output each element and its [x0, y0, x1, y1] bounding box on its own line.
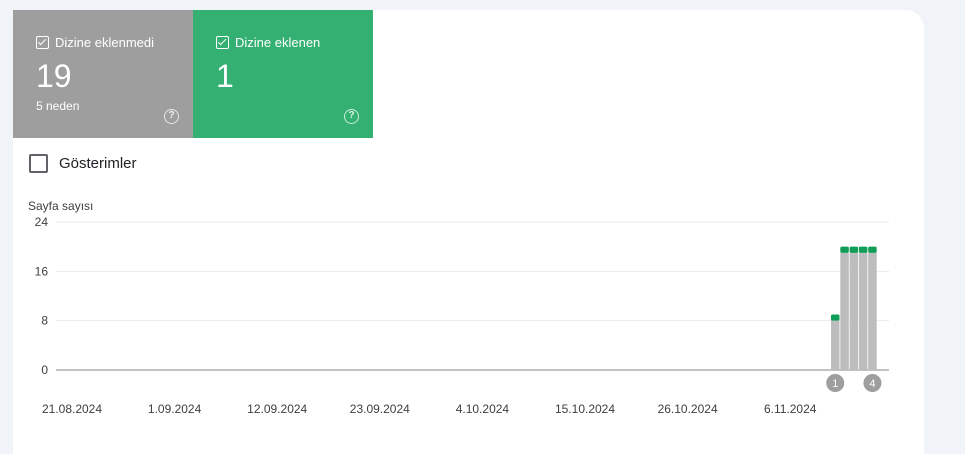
y-tick-label: 24	[35, 215, 49, 229]
bar-not-indexed	[840, 252, 849, 370]
x-tick-label: 1.09.2024	[148, 402, 202, 416]
pages-chart: 0 8 16 24 21.08.2024 1.09.2024 12.09.2024 23.09…	[35, 215, 889, 416]
index-coverage-card: Dizine eklenmedi 19 5 neden ? Dizine ekl…	[13, 10, 924, 454]
y-tick-label: 0	[41, 363, 48, 377]
annotation-label: 4	[869, 378, 875, 390]
y-tick-label: 16	[35, 264, 49, 278]
x-tick-label: 12.09.2024	[247, 402, 307, 416]
bar-not-indexed	[868, 252, 877, 370]
bar-indexed	[868, 246, 877, 253]
bar-indexed	[831, 314, 840, 321]
bar-not-indexed	[849, 252, 859, 370]
x-tick-label: 4.10.2024	[456, 402, 510, 416]
x-tick-label: 26.10.2024	[658, 402, 718, 416]
bar-indexed	[858, 246, 868, 253]
x-tick-label: 21.08.2024	[42, 402, 102, 416]
bar-indexed	[849, 246, 859, 253]
y-tick-label: 8	[41, 314, 48, 328]
x-tick-label: 23.09.2024	[350, 402, 410, 416]
bar-not-indexed	[831, 320, 840, 370]
bar-indexed	[840, 246, 849, 253]
annotation-label: 1	[832, 378, 838, 390]
x-tick-label: 15.10.2024	[555, 402, 615, 416]
x-tick-label: 6.11.2024	[764, 402, 817, 416]
bar-not-indexed	[858, 252, 868, 370]
